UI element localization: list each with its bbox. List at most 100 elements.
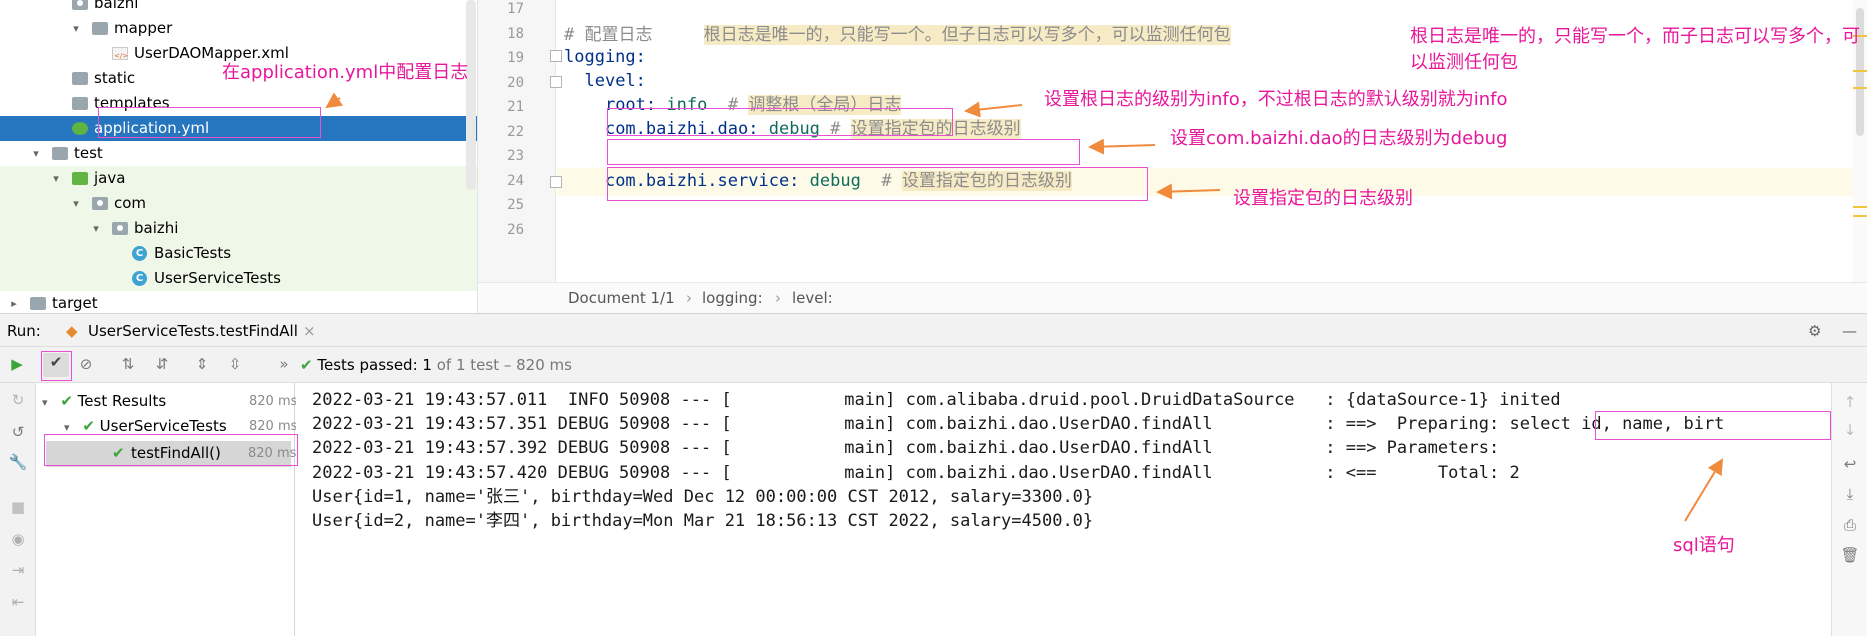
breadcrumb-separator: › [775,289,781,307]
tests-summary: of 1 test – 820 ms [436,356,572,374]
tree-item[interactable]: baizhi [0,0,477,16]
xml-file-icon [112,44,128,69]
minimize-icon[interactable]: — [1842,322,1857,340]
breadcrumb-logging[interactable]: logging: [702,289,763,307]
chevron-down-icon[interactable]: ▾ [70,191,82,216]
highlight-box-sql [1595,411,1831,440]
warning-marker[interactable] [1853,87,1867,89]
gear-icon[interactable]: ⚙ [1808,322,1821,340]
exit-icon[interactable]: ⇤ [6,593,30,611]
soft-wrap-icon[interactable]: ↩ [1838,455,1862,473]
chevron-down-icon[interactable]: ▾ [90,216,102,241]
run-tab[interactable]: UserServiceTests.testFindAll [88,322,298,340]
chevron-down-icon[interactable]: ▾ [64,421,70,434]
scroll-to-end-icon[interactable]: ⤓ [1838,485,1862,503]
close-icon[interactable]: × [303,322,316,340]
tree-item-label: com [114,194,147,212]
duration: 820 ms [249,394,298,409]
folder-icon [72,72,88,85]
chevron-down-icon[interactable]: ▾ [50,166,62,191]
breadcrumb-separator: › [686,289,692,307]
tests-status: ✔ Tests passed: 1 of 1 test – 820 ms [300,356,572,374]
wrench-icon[interactable]: 🔧 [6,453,30,471]
class-icon: C [132,271,147,286]
folder-icon [92,22,108,35]
rerun-icon[interactable]: ▶ [5,355,29,373]
check-icon: ✔ [300,356,313,374]
collapse-all-icon[interactable]: ⇳ [223,355,247,373]
yaml-key-logging: logging: [564,47,646,67]
more-tools-icon[interactable]: » [272,355,296,373]
tree-item[interactable]: ▾ mapper [0,16,477,41]
expand-all-icon[interactable]: ⇕ [190,355,214,373]
arrow-down-icon[interactable]: ↓ [1838,421,1862,439]
print-icon[interactable]: ⎙ [1838,516,1862,534]
run-toolbar: ▶ ✔ ⊘ ⇅ ⇵ ⇕ ⇳ » ✔ Tests passed: 1 of 1 t… [0,347,1867,383]
tree-item[interactable]: C UserServiceTests [0,266,477,291]
class-icon: C [132,246,147,261]
chevron-right-icon[interactable]: ▸ [8,291,20,313]
console-side-toolbar: ↑ ↓ ↩ ⤓ ⎙ 🗑 [1831,383,1867,636]
tests-passed-label: Tests passed: [317,356,418,374]
tree-item-label: test [74,144,103,162]
rerun-failed-icon[interactable]: ↻ [6,391,30,409]
highlight-box-test-method [44,434,298,466]
highlight-box-root [607,108,953,136]
tree-item[interactable]: ▸ target [0,291,477,313]
pass-icon: ✔ [82,417,95,435]
warning-marker[interactable] [1853,215,1867,217]
sort-alpha-icon[interactable]: ⇅ [116,355,140,373]
fold-marker[interactable] [550,176,562,188]
package-icon [72,0,88,10]
tree-item[interactable]: ▾ com [0,191,477,216]
test-tree-row-results[interactable]: ▾ ✔ Test Results 820 ms [42,389,297,414]
warning-marker[interactable] [1853,206,1867,208]
package-icon [112,222,128,235]
tree-item[interactable]: ▾ test [0,141,477,166]
pass-icon: ✔ [60,392,73,410]
tree-item[interactable]: ▾ java [0,166,477,191]
sort-duration-icon[interactable]: ⇵ [150,355,174,373]
arrow-up-icon[interactable]: ↑ [1838,393,1862,411]
tree-item[interactable]: ▾ baizhi [0,216,477,241]
tree-scrollbar[interactable] [466,0,476,190]
highlight-box-application-yml [98,107,321,138]
folder-icon [72,97,88,110]
line-gutter: 17 18 19 20 21 22 23 24 25 26 [478,0,562,282]
folder-icon [52,147,68,160]
run-side-toolbar: ↻ ↺ 🔧 ■ ◉ ⇥ ⇤ [0,383,36,636]
code-line-18[interactable]: # 配置日志 根日志是唯一的，只能写一个。但子日志可以写多个，可以监测任何包 [564,21,1231,49]
tree-item-label: java [94,169,126,187]
source-folder-icon [72,172,88,185]
breadcrumb-level[interactable]: level: [792,289,833,307]
folder-icon [30,297,46,310]
line-number: 26 [507,221,524,238]
tree-item-label: baizhi [134,219,179,237]
fold-marker[interactable] [550,50,562,62]
chevron-down-icon[interactable]: ▾ [70,16,82,41]
tree-item-label: BasicTests [154,244,232,262]
chevron-down-icon[interactable]: ▾ [42,396,48,409]
test-results-tree: ▾ ✔ Test Results 820 ms ▾ ✔ UserServiceT… [36,383,297,636]
test-tree-label: UserServiceTests [99,417,227,435]
toggle-auto-test-icon[interactable]: ↺ [6,423,30,441]
annotation-sql: sql语句 [1673,535,1735,556]
annotation-root-level: 设置根日志的级别为info，不过根日志的默认级别就为info [1044,89,1508,110]
tree-item[interactable]: C BasicTests [0,241,477,266]
camera-icon[interactable]: ◉ [6,530,30,548]
show-ignored-icon[interactable]: ⊘ [74,355,98,373]
yaml-key-level: level: [584,71,646,91]
fold-marker[interactable] [550,76,562,88]
highlight-box-service [607,167,1148,201]
breadcrumb: Document 1/1 › logging: › level: [478,282,1867,313]
annotation-pkg-level: 设置指定包的日志级别 [1233,188,1413,209]
trash-icon[interactable]: 🗑 [1838,546,1862,564]
stop-icon[interactable]: ■ [6,498,30,516]
annotation-dao-level: 设置com.baizhi.dao的日志级别为debug [1170,128,1508,149]
yml-file-icon [72,122,88,135]
run-label: Run: [7,322,41,340]
export-icon[interactable]: ⇥ [6,561,30,579]
test-tree-label: Test Results [77,392,167,410]
chevron-down-icon[interactable]: ▾ [30,141,42,166]
breadcrumb-doc[interactable]: Document 1/1 [568,289,675,307]
